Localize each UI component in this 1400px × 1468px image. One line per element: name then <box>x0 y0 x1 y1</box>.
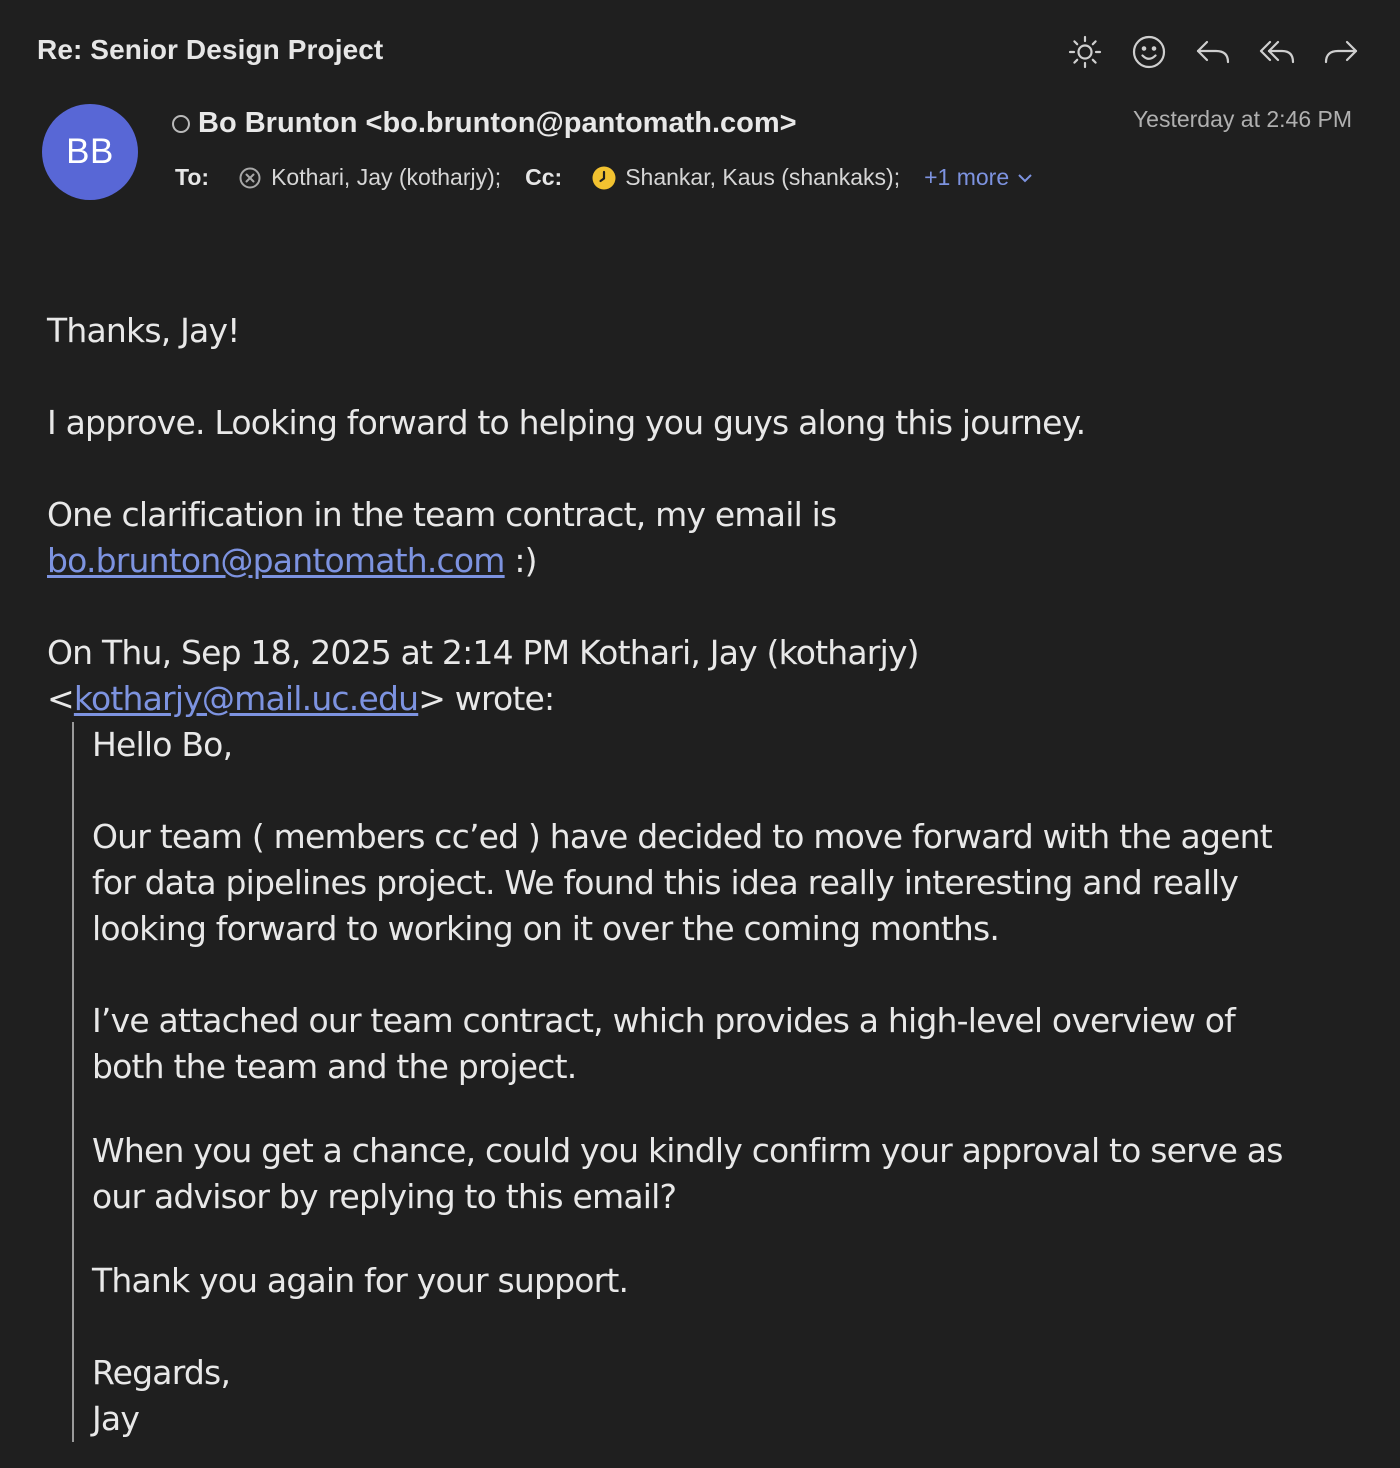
quoted-paragraph-4: Thank you again for your support. <box>92 1261 629 1300</box>
cc-label: Cc: <box>525 164 563 190</box>
smiley-icon <box>1132 35 1166 69</box>
more-recipients-button[interactable]: +1 more <box>924 164 1033 191</box>
reply-icon <box>1196 40 1230 64</box>
message-line-clarification: One clarification in the team contract, … <box>47 495 837 534</box>
to-recipient[interactable]: Kothari, Jay (kotharjy); <box>271 164 501 191</box>
reply-all-button[interactable] <box>1258 30 1296 74</box>
quoted-greeting: Hello Bo, <box>92 725 233 764</box>
presence-status-icon <box>172 114 190 133</box>
email-subject: Re: Senior Design Project <box>37 34 384 65</box>
quoted-closing: Regards, <box>92 1353 231 1392</box>
quoted-paragraph-1: Our team ( members cc’ed ) have decided … <box>92 817 1273 948</box>
email-link[interactable]: bo.brunton@pantomath.com <box>47 541 505 580</box>
forward-icon <box>1324 40 1358 64</box>
sender-avatar[interactable]: BB <box>42 104 138 200</box>
message-body: Thanks, Jay! I approve. Looking forward … <box>47 308 1347 722</box>
more-recipients-label: +1 more <box>924 164 1010 190</box>
sender-line: Bo Brunton <bo.brunton@pantomath.com> <box>172 107 797 140</box>
message-greeting: Thanks, Jay! <box>47 311 240 350</box>
attribution-email-link[interactable]: kotharjy@mail.uc.edu <box>74 679 419 718</box>
quoted-signature: Jay <box>92 1399 140 1438</box>
attr-close: > wrote: <box>418 679 555 718</box>
forward-button[interactable] <box>1322 30 1360 74</box>
appearance-button[interactable] <box>1066 30 1104 74</box>
quoted-paragraph-3: When you get a chance, could you kindly … <box>92 1131 1283 1216</box>
attr-open: < <box>47 679 75 718</box>
quote-attribution: On Thu, Sep 18, 2025 at 2:14 PM Kothari,… <box>47 633 920 672</box>
quote-attribution-email-line: <kotharjy@mail.uc.edu> wrote: <box>47 676 1347 722</box>
away-clock-icon <box>592 166 616 190</box>
react-button[interactable] <box>1130 30 1168 74</box>
cc-recipient[interactable]: Shankar, Kaus (shankaks); <box>625 164 900 191</box>
reply-all-icon <box>1259 40 1295 64</box>
reply-button[interactable] <box>1194 30 1232 74</box>
recipients-line: To: Kothari, Jay (kotharjy); Cc: Shankar… <box>175 164 1033 191</box>
message-line-approve: I approve. Looking forward to helping yo… <box>47 403 1086 442</box>
timestamp: Yesterday at 2:46 PM <box>1132 106 1352 132</box>
message-email-line: bo.brunton@pantomath.com :) <box>47 538 1347 584</box>
sun-icon <box>1068 35 1102 69</box>
chevron-down-icon <box>1018 173 1032 182</box>
email-suffix: :) <box>504 541 537 580</box>
to-label: To: <box>175 164 210 190</box>
quoted-paragraph-2: I’ve attached our team contract, which p… <box>92 1001 1236 1086</box>
message-toolbar <box>1066 30 1360 74</box>
offline-status-icon <box>239 167 261 189</box>
sender-name[interactable]: Bo Brunton <bo.brunton@pantomath.com> <box>198 107 797 140</box>
quoted-message: Hello Bo, Our team ( members cc’ed ) hav… <box>72 722 1302 1442</box>
